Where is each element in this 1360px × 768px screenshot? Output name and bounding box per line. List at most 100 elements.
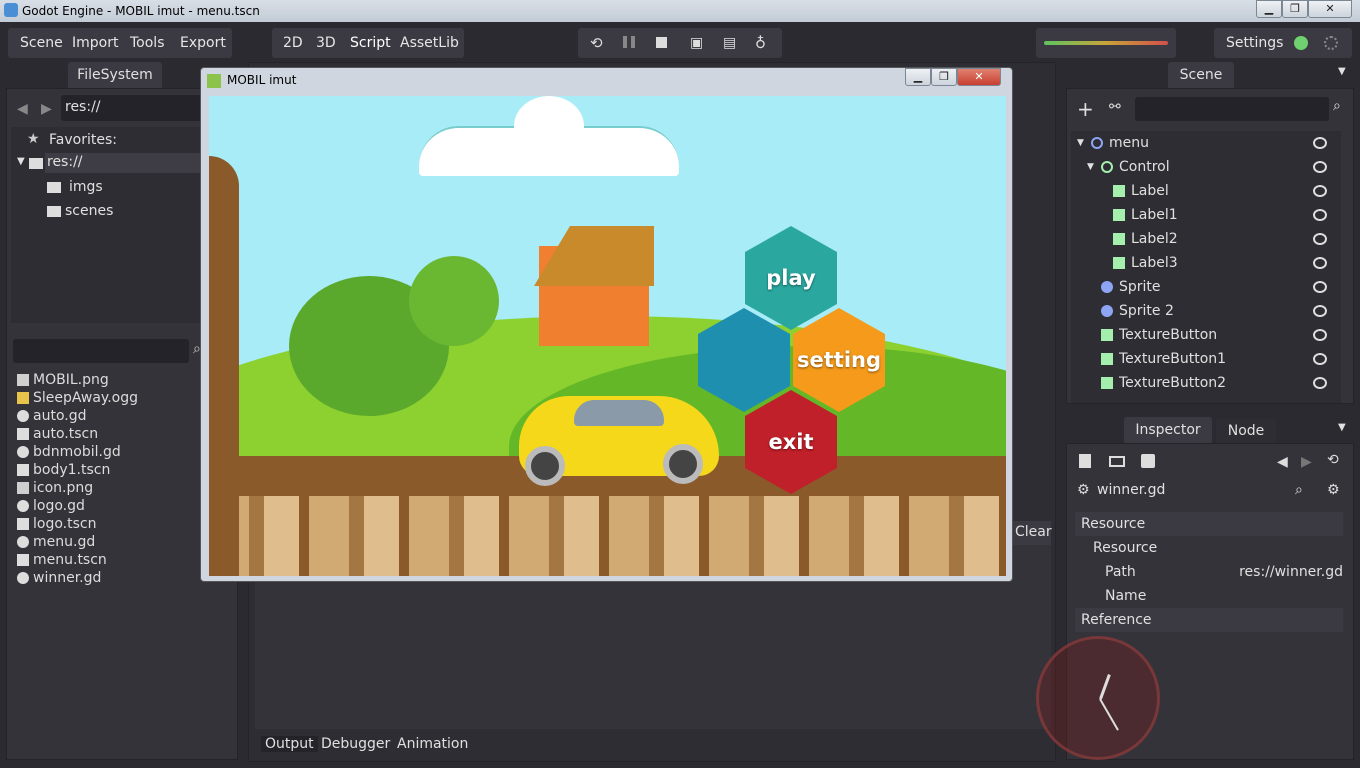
- expand-arrow-icon[interactable]: ▼: [17, 156, 25, 167]
- subsection-resource[interactable]: Resource: [1075, 536, 1343, 560]
- search-icon[interactable]: ⌕: [1333, 98, 1341, 114]
- car-wheel: [663, 444, 703, 484]
- scene-node[interactable]: TextureButton2: [1071, 371, 1341, 395]
- tree-item-scenes[interactable]: scenes: [65, 203, 113, 219]
- expand-arrow-icon[interactable]: ▼: [1077, 131, 1089, 148]
- tab-debugger[interactable]: Debugger: [321, 736, 390, 752]
- scene-node[interactable]: ▼ menu: [1071, 131, 1341, 155]
- scene-node[interactable]: Label: [1071, 179, 1341, 203]
- visibility-eye-icon[interactable]: [1313, 305, 1327, 317]
- visibility-eye-icon[interactable]: [1313, 377, 1327, 389]
- scene-node[interactable]: Label2: [1071, 227, 1341, 251]
- back-icon[interactable]: ◀: [1277, 454, 1288, 470]
- texturebutton-icon: [1101, 329, 1113, 341]
- stop-icon[interactable]: [656, 37, 667, 48]
- mode-2d[interactable]: 2D: [283, 35, 303, 51]
- close-window-button[interactable]: ✕: [1308, 0, 1352, 18]
- volume-meter: [1036, 28, 1176, 58]
- scene-icon: [17, 554, 29, 566]
- play-button[interactable]: play: [745, 226, 837, 330]
- path-value[interactable]: res://winner.gd: [1239, 560, 1343, 584]
- visibility-eye-icon[interactable]: [1313, 209, 1327, 221]
- image-icon: [17, 374, 29, 386]
- godot-icon: [4, 3, 18, 17]
- scene-node[interactable]: Sprite: [1071, 275, 1341, 299]
- dock-menu-icon[interactable]: ▼: [1338, 66, 1346, 77]
- clear-button[interactable]: Clear: [1011, 521, 1052, 545]
- expand-arrow-icon[interactable]: ▼: [1087, 155, 1099, 172]
- playback-group: ⟲ ▣ ▤ ♁: [578, 28, 782, 58]
- visibility-eye-icon[interactable]: [1313, 353, 1327, 365]
- scene-node[interactable]: Sprite 2: [1071, 299, 1341, 323]
- tab-output[interactable]: Output: [261, 736, 318, 752]
- game-app-icon: [207, 74, 221, 88]
- game-minimize-button[interactable]: ▁: [905, 68, 931, 86]
- forward-icon[interactable]: ▶: [1301, 454, 1312, 470]
- visibility-eye-icon[interactable]: [1313, 137, 1327, 149]
- menu-scene[interactable]: Scene: [20, 35, 63, 51]
- game-maximize-button[interactable]: ❐: [931, 68, 957, 86]
- play-custom-icon[interactable]: ▣: [690, 35, 703, 51]
- visibility-eye-icon[interactable]: [1313, 161, 1327, 173]
- visibility-eye-icon[interactable]: [1313, 233, 1327, 245]
- back-arrow-icon[interactable]: ◀: [17, 101, 28, 117]
- house-roof: [534, 226, 654, 286]
- file-search-input[interactable]: [13, 339, 189, 363]
- section-reference[interactable]: Reference: [1075, 608, 1343, 632]
- settings-group: Settings: [1214, 28, 1352, 58]
- scene-node[interactable]: Label1: [1071, 203, 1341, 227]
- label-icon: [1113, 257, 1125, 269]
- new-resource-icon[interactable]: [1079, 454, 1091, 468]
- mode-assetlib[interactable]: AssetLib: [400, 35, 459, 51]
- section-resource[interactable]: Resource: [1075, 512, 1343, 536]
- menu-export[interactable]: Export: [180, 35, 226, 51]
- history-icon[interactable]: ⟲: [1327, 452, 1339, 468]
- open-folder-icon[interactable]: [1109, 456, 1125, 467]
- remote-debug-icon[interactable]: ♁: [755, 34, 766, 52]
- tab-node[interactable]: Node: [1216, 419, 1276, 443]
- visibility-eye-icon[interactable]: [1313, 185, 1327, 197]
- scene-node[interactable]: ▼ Control: [1071, 155, 1341, 179]
- dock-menu-icon[interactable]: ▼: [1338, 422, 1346, 433]
- window-title: Godot Engine - MOBIL imut - menu.tscn: [22, 4, 260, 18]
- mode-3d[interactable]: 3D: [316, 35, 336, 51]
- sprite-icon: [1101, 305, 1113, 317]
- spinner-icon: [1324, 36, 1338, 50]
- save-icon[interactable]: [1141, 454, 1155, 468]
- game-close-button[interactable]: ✕: [957, 68, 1001, 86]
- tab-inspector[interactable]: Inspector: [1124, 417, 1212, 443]
- add-node-icon[interactable]: +: [1077, 97, 1094, 121]
- menu-import[interactable]: Import: [72, 35, 118, 51]
- minimize-button[interactable]: ▁: [1256, 0, 1282, 18]
- object-menu-icon[interactable]: ⚙: [1327, 482, 1340, 498]
- link-icon[interactable]: ⚯: [1109, 99, 1121, 115]
- search-icon[interactable]: ⌕: [1295, 482, 1303, 498]
- game-viewport: play setting exit: [209, 96, 1006, 576]
- maximize-button[interactable]: ❐: [1282, 0, 1308, 18]
- tree-item-imgs[interactable]: imgs: [69, 179, 103, 195]
- scene-node[interactable]: TextureButton: [1071, 323, 1341, 347]
- tab-animation[interactable]: Animation: [397, 736, 468, 752]
- folder-icon: [47, 182, 61, 193]
- settings-menu[interactable]: Settings: [1226, 35, 1283, 51]
- visibility-eye-icon[interactable]: [1313, 329, 1327, 341]
- mode-group: 2D 3D Script AssetLib: [272, 28, 464, 58]
- pause-icon[interactable]: [623, 36, 635, 48]
- mode-script[interactable]: Script: [350, 35, 391, 51]
- scene-icon: [17, 428, 29, 440]
- scene-node[interactable]: TextureButton1: [1071, 347, 1341, 371]
- visibility-eye-icon[interactable]: [1313, 281, 1327, 293]
- cloud: [514, 96, 584, 156]
- tab-scene[interactable]: Scene: [1168, 62, 1234, 88]
- visibility-eye-icon[interactable]: [1313, 257, 1327, 269]
- control-icon: [1101, 161, 1113, 173]
- rocks: [209, 496, 1006, 576]
- forward-arrow-icon[interactable]: ▶: [41, 101, 52, 117]
- tab-filesystem[interactable]: FileSystem: [68, 62, 162, 88]
- play-current-icon[interactable]: ▤: [723, 35, 736, 51]
- play-scene-icon[interactable]: ⟲: [590, 34, 603, 52]
- scene-node[interactable]: Label3: [1071, 251, 1341, 275]
- game-window: MOBIL imut ▁ ❐ ✕ play setting exit: [200, 67, 1013, 582]
- menu-tools[interactable]: Tools: [130, 35, 165, 51]
- node-filter-input[interactable]: [1135, 97, 1329, 121]
